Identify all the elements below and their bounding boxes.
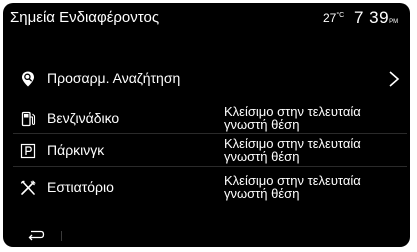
header-bar: Σημεία Ενδιαφέροντος 27°C 7 39PM xyxy=(3,3,410,43)
poi-status-restaurant-line2: γνωστή θέση xyxy=(224,186,300,201)
page-title: Σημεία Ενδιαφέροντος xyxy=(10,9,160,26)
temperature-value: 27 xyxy=(323,11,337,25)
poi-status-restaurant: Κλείσιμο στην τελευταία γνωστή θέση xyxy=(224,174,404,200)
poi-label-fuel: Βενζινάδικο xyxy=(47,110,120,126)
restaurant-icon xyxy=(20,180,36,195)
footer-bar xyxy=(3,225,410,247)
poi-label-restaurant: Εστιατόριο xyxy=(47,179,114,195)
custom-search-label: Προσαρμ. Αναζήτηση xyxy=(47,70,181,86)
custom-search-row[interactable]: Προσαρμ. Αναζήτηση xyxy=(3,64,410,94)
poi-row-restaurant[interactable]: Εστιατόριο Κλείσιμο στην τελευταία γνωστ… xyxy=(3,173,410,203)
parking-icon xyxy=(20,143,36,159)
clock-display: 7 39PM xyxy=(354,8,398,28)
poi-label-parking: Πάρκινγκ xyxy=(47,142,105,158)
poi-status-fuel-line2: γνωστή θέση xyxy=(224,117,300,132)
poi-row-fuel[interactable]: Βενζινάδικο Κλείσιμο στην τελευταία γνωσ… xyxy=(3,104,410,134)
back-arrow-icon[interactable] xyxy=(27,228,45,242)
divider xyxy=(13,133,407,134)
divider xyxy=(13,166,407,167)
search-pin-icon xyxy=(22,71,34,87)
chevron-right-icon xyxy=(389,71,400,87)
poi-status-parking-line2: γνωστή θέση xyxy=(224,149,300,164)
temperature-display: 27°C xyxy=(323,11,344,25)
nav-screen: Σημεία Ενδιαφέροντος 27°C 7 39PM Προσαρμ… xyxy=(3,3,410,247)
poi-status-parking: Κλείσιμο στην τελευταία γνωστή θέση xyxy=(224,137,404,163)
poi-row-parking[interactable]: Πάρκινγκ Κλείσιμο στην τελευταία γνωστή … xyxy=(3,136,410,166)
clock-time: 7 39 xyxy=(354,8,390,27)
temperature-unit: °C xyxy=(336,12,345,19)
fuel-icon xyxy=(21,111,36,127)
poi-status-fuel: Κλείσιμο στην τελευταία γνωστή θέση xyxy=(224,105,404,131)
footer-divider xyxy=(61,231,62,241)
clock-ampm: PM xyxy=(389,19,399,25)
